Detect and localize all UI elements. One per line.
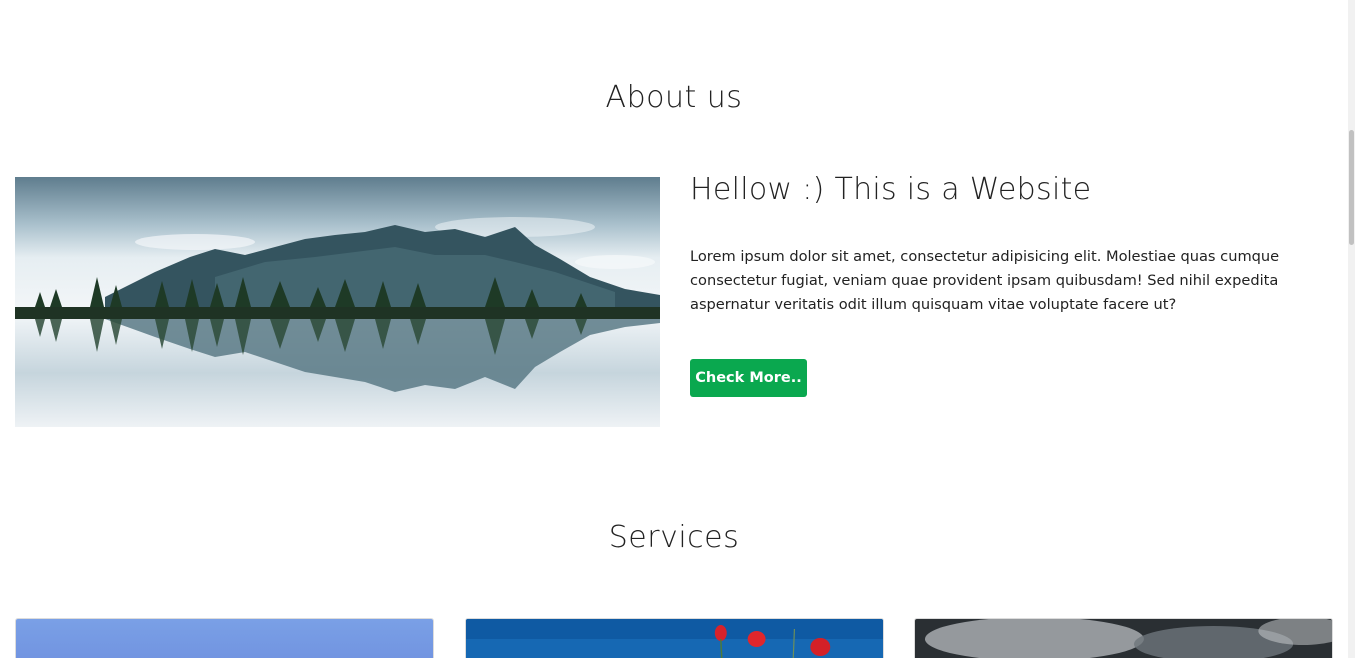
about-paragraph: Lorem ipsum dolor sit amet, consectetur … <box>690 248 1280 313</box>
service-card-image-poppies <box>465 618 884 658</box>
about-landscape-image <box>15 177 660 427</box>
services-section-title: Services <box>608 520 740 555</box>
page: About us Hellow:) This is a Website Lor… <box>0 0 1348 658</box>
vertical-scrollbar[interactable] <box>1348 0 1355 658</box>
check-more-button[interactable]: Check More.. <box>690 359 807 397</box>
scrollbar-thumb[interactable] <box>1349 130 1354 245</box>
about-section-title: About us <box>605 80 743 115</box>
about-text-block: Hellow :) This is a Website Lorem ipsum … <box>690 172 1320 317</box>
about-heading: Hellow :) This is a Website <box>690 172 1092 207</box>
service-card-image-storm <box>914 618 1333 658</box>
service-card-image-sky <box>15 618 434 658</box>
